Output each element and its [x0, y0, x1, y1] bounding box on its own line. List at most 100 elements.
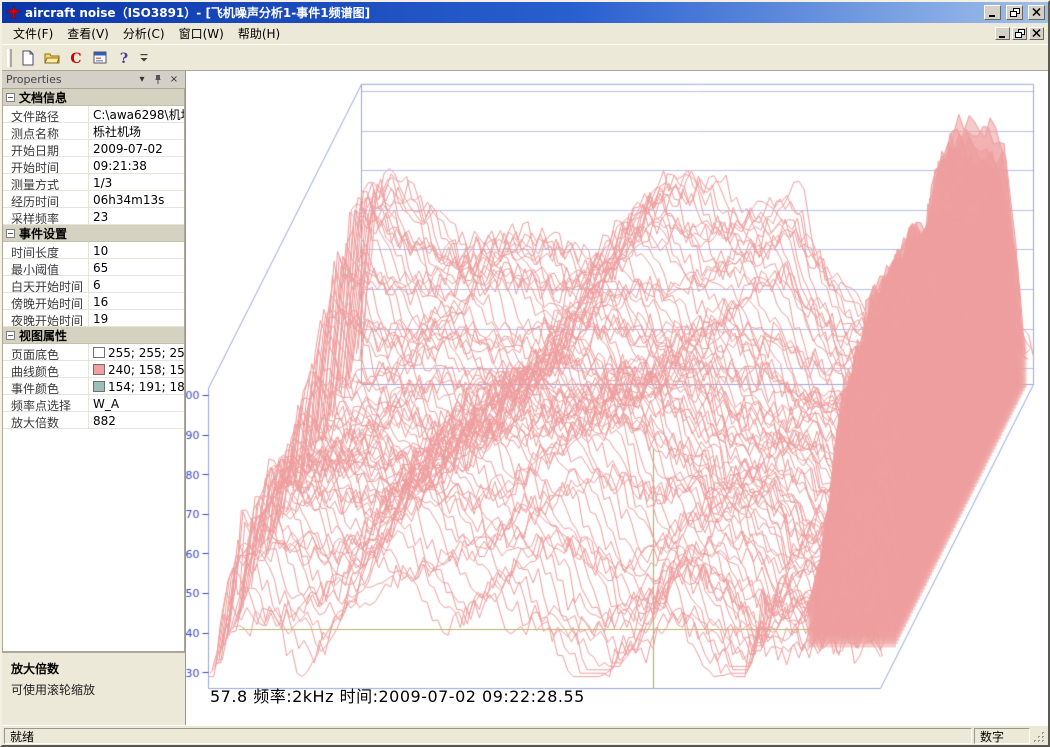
- property-label: 曲线颜色: [3, 361, 89, 377]
- property-value-text: 154; 191; 184: [108, 380, 184, 394]
- property-value[interactable]: 23: [89, 208, 184, 224]
- property-value[interactable]: C:\awa6298\机场: [89, 106, 184, 122]
- properties-panel-title: Properties: [6, 73, 133, 86]
- category-row[interactable]: −视图属性: [3, 327, 184, 344]
- property-value-text: 19: [93, 312, 108, 326]
- property-value[interactable]: 255; 255; 255: [89, 344, 184, 360]
- property-value-text: C:\awa6298\机场: [93, 106, 184, 122]
- title-bar: aircraft noise（ISO3891）- [飞机噪声分析1-事件1频谱图…: [2, 2, 1048, 23]
- new-document-button[interactable]: [16, 47, 39, 69]
- property-value[interactable]: 10: [89, 242, 184, 258]
- collapse-icon[interactable]: −: [6, 93, 15, 102]
- property-value-text: 16: [93, 295, 108, 309]
- property-label: 测量方式: [3, 174, 89, 190]
- property-label: 文件路径: [3, 106, 89, 122]
- property-value[interactable]: 882: [89, 412, 184, 428]
- status-bar: 就绪 数字: [2, 725, 1048, 745]
- pin-icon[interactable]: [151, 73, 165, 87]
- properties-panel: Properties ▾ × −文档信息文件路径C:\awa6298\机场测点名…: [2, 71, 186, 725]
- menu-bar: 文件(F)查看(V)分析(C)窗口(W)帮助(H): [2, 23, 1048, 45]
- property-row: 放大倍数882: [3, 412, 184, 429]
- c-weighting-button[interactable]: C: [64, 47, 87, 69]
- property-row: 时间长度10: [3, 242, 184, 259]
- svg-text:C: C: [70, 51, 81, 66]
- category-row[interactable]: −事件设置: [3, 225, 184, 242]
- status-num-indicator: 数字: [974, 728, 1030, 744]
- property-row: 文件路径C:\awa6298\机场: [3, 106, 184, 123]
- menu-item-3[interactable]: 窗口(W): [172, 22, 231, 45]
- property-value[interactable]: 1/3: [89, 174, 184, 190]
- spectrum-chart-area: 57.8 频率:2kHz 时间:2009-07-02 09:22:28.55: [186, 71, 1048, 725]
- property-value-text: 1/3: [93, 176, 112, 190]
- status-message: 就绪: [4, 728, 972, 744]
- property-value[interactable]: 65: [89, 259, 184, 275]
- collapse-icon[interactable]: −: [6, 229, 15, 238]
- close-icon[interactable]: ×: [167, 73, 181, 87]
- properties-button[interactable]: [88, 47, 111, 69]
- toolbar-options-icon[interactable]: [138, 47, 150, 69]
- property-value-text: 09:21:38: [93, 159, 147, 173]
- property-label: 时间长度: [3, 242, 89, 258]
- property-row: 页面底色255; 255; 255: [3, 344, 184, 361]
- property-row: 测量方式 1/3: [3, 174, 184, 191]
- property-row: 开始时间09:21:38: [3, 157, 184, 174]
- property-value[interactable]: 6: [89, 276, 184, 292]
- mdi-controls: [993, 27, 1044, 40]
- app-window: aircraft noise（ISO3891）- [飞机噪声分析1-事件1频谱图…: [0, 0, 1050, 747]
- property-row: 频率点选择W_A: [3, 395, 184, 412]
- property-value-text: W_A: [93, 397, 119, 411]
- waterfall-canvas[interactable]: [186, 71, 1048, 725]
- property-row: 曲线颜色240; 158; 158: [3, 361, 184, 378]
- menu-item-4[interactable]: 帮助(H): [231, 22, 287, 45]
- property-value-text: 6: [93, 278, 101, 292]
- main-area: Properties ▾ × −文档信息文件路径C:\awa6298\机场测点名…: [2, 71, 1048, 725]
- minimize-button[interactable]: [984, 5, 1001, 20]
- airplane-icon: [5, 5, 21, 21]
- property-row: 采样频率 23: [3, 208, 184, 225]
- property-description-title: 放大倍数: [11, 660, 176, 677]
- restore-button[interactable]: [1006, 5, 1023, 20]
- open-file-button[interactable]: [40, 47, 63, 69]
- mdi-close-button[interactable]: [1029, 27, 1044, 40]
- mdi-restore-button[interactable]: [1012, 27, 1027, 40]
- menu-item-2[interactable]: 分析(C): [116, 22, 172, 45]
- color-swatch: [93, 381, 105, 392]
- property-value[interactable]: 240; 158; 158: [89, 361, 184, 377]
- property-label: 经历时间: [3, 191, 89, 207]
- toolbar-grip[interactable]: [7, 49, 12, 67]
- menu-item-0[interactable]: 文件(F): [6, 22, 60, 45]
- property-value-text: 栎社机场: [93, 123, 141, 139]
- property-label: 页面底色: [3, 344, 89, 360]
- category-row[interactable]: −文档信息: [3, 89, 184, 106]
- mdi-minimize-button[interactable]: [995, 27, 1010, 40]
- resize-grip-icon[interactable]: [1032, 728, 1046, 744]
- help-button[interactable]: ?: [112, 47, 135, 69]
- property-value[interactable]: 栎社机场: [89, 123, 184, 139]
- collapse-icon[interactable]: −: [6, 331, 15, 340]
- property-value[interactable]: 2009-07-02: [89, 140, 184, 156]
- property-row: 夜晚开始时间 19: [3, 310, 184, 327]
- chevron-down-icon[interactable]: ▾: [135, 73, 149, 87]
- close-button[interactable]: [1028, 5, 1045, 20]
- property-row: 最小阈值65: [3, 259, 184, 276]
- property-label: 采样频率: [3, 208, 89, 224]
- menu-item-1[interactable]: 查看(V): [60, 22, 116, 45]
- property-label: 傍晚开始时间: [3, 293, 89, 309]
- category-title: 视图属性: [19, 327, 67, 344]
- property-value[interactable]: 09:21:38: [89, 157, 184, 173]
- property-row: 事件颜色 154; 191; 184: [3, 378, 184, 395]
- property-label: 最小阈值: [3, 259, 89, 275]
- property-value[interactable]: 16: [89, 293, 184, 309]
- property-value-text: 23: [93, 210, 108, 224]
- property-row: 白天开始时间6: [3, 276, 184, 293]
- property-label: 测点名称: [3, 123, 89, 139]
- property-value[interactable]: W_A: [89, 395, 184, 411]
- chart-cursor-readout: 57.8 频率:2kHz 时间:2009-07-02 09:22:28.55: [210, 683, 585, 707]
- properties-panel-header: Properties ▾ ×: [2, 71, 185, 89]
- property-value[interactable]: 19: [89, 310, 184, 326]
- property-label: 夜晚开始时间: [3, 310, 89, 326]
- property-value[interactable]: 154; 191; 184: [89, 378, 184, 394]
- property-grid: −文档信息文件路径C:\awa6298\机场测点名称栎社机场开始日期2009-0…: [2, 89, 185, 651]
- property-label: 事件颜色: [3, 378, 89, 394]
- property-value[interactable]: 06h34m13s: [89, 191, 184, 207]
